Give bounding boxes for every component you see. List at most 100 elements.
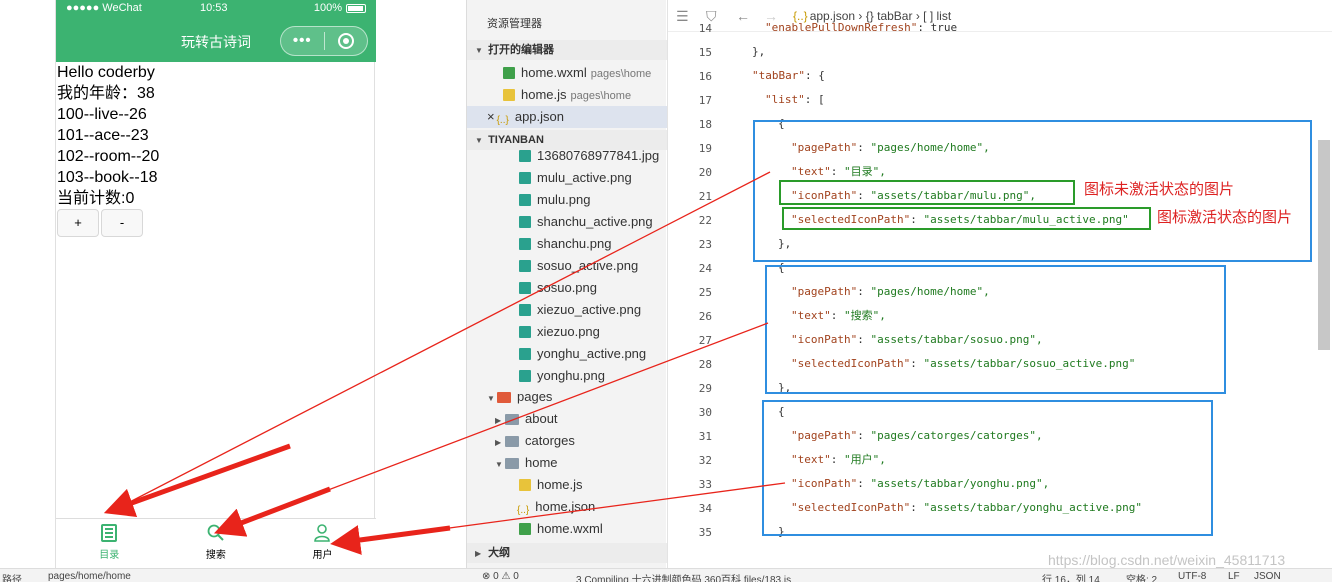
line-number: 22 xyxy=(698,214,712,227)
page-path[interactable]: pages/home/home xyxy=(48,571,131,582)
file-name: yonghu_active.png xyxy=(537,346,647,361)
line-number: 17 xyxy=(698,94,712,107)
asset-file-item[interactable]: shanchu.png xyxy=(467,233,667,255)
file-name: mulu.png xyxy=(537,192,591,207)
folder-icon xyxy=(497,392,511,403)
tab-label: 搜索 xyxy=(205,550,226,561)
open-editor-item[interactable]: home.js pages\home xyxy=(467,84,667,106)
section-label: 大纲 xyxy=(488,547,511,559)
back-arrow-icon[interactable]: ← xyxy=(736,8,750,24)
code-line[interactable]: "tabBar": { xyxy=(752,64,825,88)
path-label[interactable]: 路径 xyxy=(2,571,22,582)
list-item: 100--live--26 xyxy=(57,106,147,123)
line-number: 28 xyxy=(698,358,712,371)
file-name: yonghu.png xyxy=(537,368,605,383)
json-key: "enablePullDownRefresh" xyxy=(765,21,918,34)
asset-file-item[interactable]: shanchu_active.png xyxy=(467,211,667,233)
image-file-icon xyxy=(519,282,531,294)
code-line[interactable]: }, xyxy=(752,40,765,64)
capsule-menu[interactable]: ••• xyxy=(280,26,368,56)
code-line[interactable]: "enablePullDownRefresh": true xyxy=(765,16,957,40)
folder-home[interactable]: ▼ home xyxy=(467,452,667,474)
folder-icon xyxy=(505,414,519,425)
file-name: xiezuo_active.png xyxy=(537,302,642,317)
code-text: "enablePullDownRefresh": true xyxy=(765,21,957,34)
asset-file-item[interactable]: mulu.png xyxy=(467,189,667,211)
asset-file-item[interactable]: sosuo_active.png xyxy=(467,255,667,277)
asset-file-item[interactable]: yonghu.png xyxy=(467,365,667,387)
increment-button[interactable]: + xyxy=(57,209,99,237)
image-file-icon xyxy=(519,348,531,360)
file-name: mulu_active.png xyxy=(537,170,632,185)
file-home-json[interactable]: {..} home.json xyxy=(467,496,667,518)
tab-config-box-3 xyxy=(762,400,1213,536)
asset-file-item[interactable]: 13680768977841.jpg xyxy=(467,145,667,167)
tab-bar: 目录 搜索 用户 xyxy=(56,518,376,568)
indent-setting[interactable]: 空格: 2 xyxy=(1126,571,1157,582)
json-value: true xyxy=(930,21,958,34)
line-number: 34 xyxy=(698,502,712,515)
battery-indicator: 100% xyxy=(314,2,366,14)
chevron-down-icon: ▼ xyxy=(495,460,503,469)
tab-yonghu[interactable]: 用户 xyxy=(269,519,376,568)
json-key: "list" xyxy=(765,93,805,106)
outline-section[interactable]: ▶ 大纲 xyxy=(467,543,667,563)
list-icon xyxy=(101,524,118,542)
folder-about[interactable]: ▶ about xyxy=(467,408,667,430)
file-path: pages\home xyxy=(570,90,632,102)
eol-label[interactable]: LF xyxy=(1228,571,1240,582)
chevron-down-icon: ▼ xyxy=(475,46,483,55)
line-number: 15 xyxy=(698,46,712,59)
carrier-label: ●●●●● WeChat xyxy=(66,2,142,14)
json-key: "tabBar" xyxy=(752,69,805,82)
compile-status: 3 Compiling 十六进制颜色码 360百科 files/183.js xyxy=(576,575,792,582)
code-line[interactable]: "list": [ xyxy=(765,88,825,112)
file-home-js[interactable]: home.js xyxy=(467,474,667,496)
close-icon[interactable]: × xyxy=(487,109,495,124)
encoding-label[interactable]: UTF-8 xyxy=(1178,571,1206,582)
line-number: 14 xyxy=(698,22,712,35)
problems-indicator[interactable]: ⊗ 0 ⚠ 0 xyxy=(482,571,519,582)
open-editors-section[interactable]: ▼ 打开的编辑器 xyxy=(467,40,667,60)
line-number: 35 xyxy=(698,526,712,539)
folder-icon xyxy=(505,458,519,469)
code-text: }, xyxy=(752,45,766,58)
line-number: 24 xyxy=(698,262,712,275)
tab-sousuo[interactable]: 搜索 xyxy=(163,519,270,568)
asset-file-item[interactable]: yonghu_active.png xyxy=(467,343,667,365)
image-file-icon xyxy=(519,172,531,184)
image-file-icon xyxy=(519,216,531,228)
vertical-scrollbar[interactable] xyxy=(1318,140,1330,350)
folder-catorges[interactable]: ▶ catorges xyxy=(467,430,667,452)
line-number: 16 xyxy=(698,70,712,83)
open-editor-item[interactable]: home.wxml pages\home xyxy=(467,62,667,84)
json-colon: : xyxy=(804,69,819,82)
js-file-icon xyxy=(503,89,515,101)
close-miniprogram-button[interactable] xyxy=(324,33,367,49)
code-text: "list": [ xyxy=(765,93,825,106)
folder-icon xyxy=(505,436,519,447)
line-number: 19 xyxy=(698,142,712,155)
phone-status-bar: ●●●●● WeChat 10:53 100% xyxy=(56,0,376,20)
asset-file-item[interactable]: mulu_active.png xyxy=(467,167,667,189)
language-label[interactable]: JSON xyxy=(1254,571,1281,582)
tab-mulu[interactable]: 目录 xyxy=(56,519,163,568)
asset-file-item[interactable]: sosuo.png xyxy=(467,277,667,299)
battery-icon xyxy=(346,3,366,13)
decrement-button[interactable]: - xyxy=(101,209,143,237)
wechat-simulator: ●●●●● WeChat 10:53 100% 玩转古诗词 ••• Hello … xyxy=(55,0,376,568)
wxml-file-icon xyxy=(519,523,531,535)
file-home-wxml[interactable]: home.wxml xyxy=(467,518,667,540)
folder-pages[interactable]: ▼ pages xyxy=(467,386,667,408)
open-editor-item-active[interactable]: × {..} app.json xyxy=(467,106,667,128)
asset-file-item[interactable]: xiezuo.png xyxy=(467,321,667,343)
asset-file-item[interactable]: xiezuo_active.png xyxy=(467,299,667,321)
file-name: sosuo.png xyxy=(537,280,597,295)
chevron-right-icon: ▶ xyxy=(495,438,502,447)
cursor-position[interactable]: 行 16，列 14 xyxy=(1042,571,1100,582)
file-name: app.json xyxy=(514,109,564,124)
age-text: 我的年龄：38 xyxy=(57,85,155,102)
more-dots-icon[interactable]: ••• xyxy=(281,27,324,55)
miniprogram-nav-bar: 玩转古诗词 ••• xyxy=(56,20,376,62)
chevron-right-icon: ▶ xyxy=(475,549,482,558)
